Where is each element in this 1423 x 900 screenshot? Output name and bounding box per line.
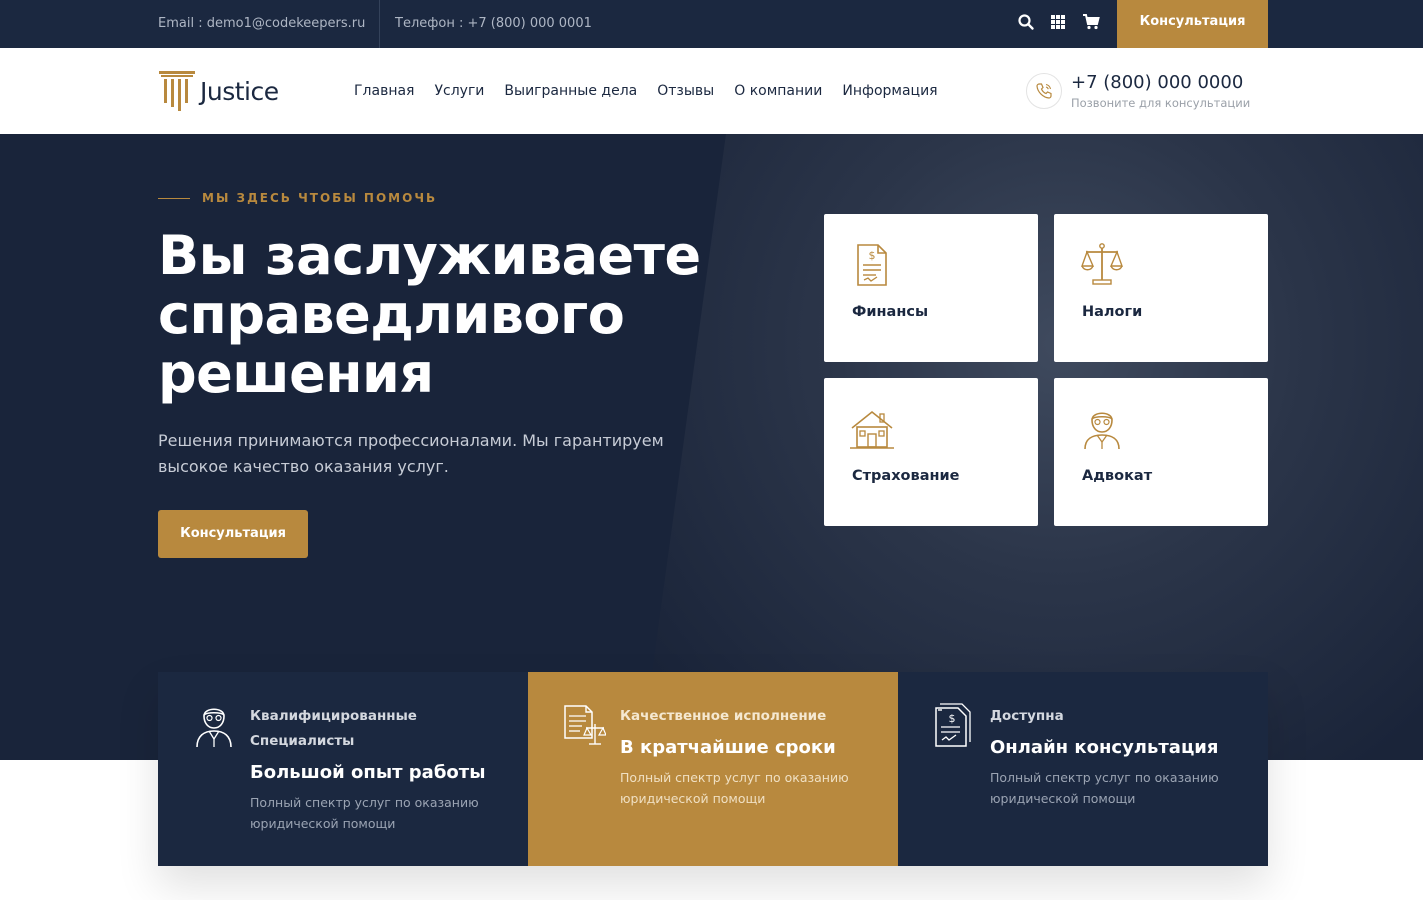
feature-title: В кратчайшие сроки bbox=[620, 737, 836, 758]
nav-item-about[interactable]: О компании bbox=[734, 83, 822, 99]
feature-title: Онлайн консультация bbox=[990, 737, 1219, 758]
header-phone-number[interactable]: +7 (800) 000 0000 bbox=[1071, 72, 1243, 93]
contract-scales-icon bbox=[564, 705, 606, 745]
hero-title: Вы заслуживаете справедливого решения bbox=[158, 226, 738, 403]
service-card-taxes[interactable]: Налоги bbox=[1054, 214, 1268, 362]
eyebrow-text: МЫ ЗДЕСЬ ЧТОБЫ ПОМОЧЬ bbox=[202, 191, 438, 205]
service-card-finance[interactable]: $ Финансы bbox=[824, 214, 1038, 362]
header-phone-caption: Позвоните для консультации bbox=[1071, 96, 1251, 110]
topbar-consult-button[interactable]: Консультация bbox=[1117, 0, 1268, 48]
topbar-divider bbox=[379, 0, 380, 48]
eyebrow-line bbox=[158, 197, 190, 199]
hero-section: МЫ ЗДЕСЬ ЧТОБЫ ПОМОЧЬ Вы заслуживаете сп… bbox=[0, 134, 1423, 760]
nav-item-reviews[interactable]: Отзывы bbox=[657, 83, 714, 99]
feature-card-online: $ Доступна Онлайн консультация Полный сп… bbox=[898, 672, 1268, 866]
feature-card-experience: Квалифицированные Специалисты Большой оп… bbox=[158, 672, 528, 866]
phone-ring bbox=[1026, 73, 1062, 109]
hero-title-line-1: Вы заслуживаете bbox=[158, 224, 701, 287]
feature-subtitle: Доступна bbox=[990, 708, 1064, 724]
lawyer-icon bbox=[196, 708, 232, 748]
finance-document-icon: $ bbox=[935, 703, 971, 747]
nav-item-services[interactable]: Услуги bbox=[434, 83, 484, 99]
service-label: Страхование bbox=[852, 468, 960, 484]
contact-email[interactable]: Email : demo1@codekeepers.ru bbox=[158, 0, 365, 48]
hero-title-line-3: решения bbox=[158, 342, 434, 405]
grid-icon[interactable] bbox=[1049, 13, 1067, 31]
feature-title: Большой опыт работы bbox=[250, 762, 486, 783]
nav-item-info[interactable]: Информация bbox=[842, 83, 937, 99]
hero-title-line-2: справедливого bbox=[158, 283, 625, 346]
feature-subtitle: Квалифицированные Специалисты bbox=[250, 708, 417, 749]
nav-item-won-cases[interactable]: Выигранные дела bbox=[504, 83, 637, 99]
feature-description: Полный спектр услуг по оказанию юридичес… bbox=[990, 770, 1219, 806]
nav-item-home[interactable]: Главная bbox=[354, 83, 414, 99]
main-header: Justice Главная Услуги Выигранные дела О… bbox=[0, 48, 1423, 134]
service-card-lawyer[interactable]: Адвокат bbox=[1054, 378, 1268, 526]
lawyer-icon bbox=[1084, 412, 1120, 450]
svg-text:$: $ bbox=[869, 249, 876, 262]
phone-icon bbox=[1036, 83, 1052, 99]
site-logo[interactable]: Justice bbox=[158, 68, 279, 114]
cart-icon[interactable] bbox=[1082, 13, 1100, 31]
feature-card-speed: Качественное исполнение В кратчайшие сро… bbox=[528, 672, 898, 866]
features-strip: Квалифицированные Специалисты Большой оп… bbox=[158, 672, 1268, 866]
contact-phone[interactable]: Телефон : +7 (800) 000 0001 bbox=[395, 0, 592, 48]
svg-text:$: $ bbox=[949, 712, 956, 725]
hero-eyebrow: МЫ ЗДЕСЬ ЧТОБЫ ПОМОЧЬ bbox=[158, 191, 437, 205]
pillar-icon bbox=[159, 71, 195, 111]
house-icon bbox=[850, 410, 894, 449]
service-label: Адвокат bbox=[1082, 468, 1153, 484]
feature-subtitle: Качественное исполнение bbox=[620, 708, 827, 724]
search-icon[interactable] bbox=[1017, 13, 1035, 31]
feature-description: Полный спектр услуг по оказанию юридичес… bbox=[250, 795, 479, 831]
scales-icon bbox=[1081, 243, 1123, 285]
logo-text: Justice bbox=[200, 76, 279, 106]
finance-document-icon: $ bbox=[857, 244, 887, 286]
hero-consult-button[interactable]: Консультация bbox=[158, 510, 308, 558]
service-label: Налоги bbox=[1082, 304, 1143, 320]
feature-description: Полный спектр услуг по оказанию юридичес… bbox=[620, 770, 849, 806]
service-card-insurance[interactable]: Страхование bbox=[824, 378, 1038, 526]
hero-lead: Решения принимаются профессионалами. Мы … bbox=[158, 431, 664, 476]
service-label: Финансы bbox=[852, 304, 929, 320]
main-nav: Главная Услуги Выигранные дела Отзывы О … bbox=[354, 48, 958, 134]
top-bar: Email : demo1@codekeepers.ru Телефон : +… bbox=[0, 0, 1423, 48]
